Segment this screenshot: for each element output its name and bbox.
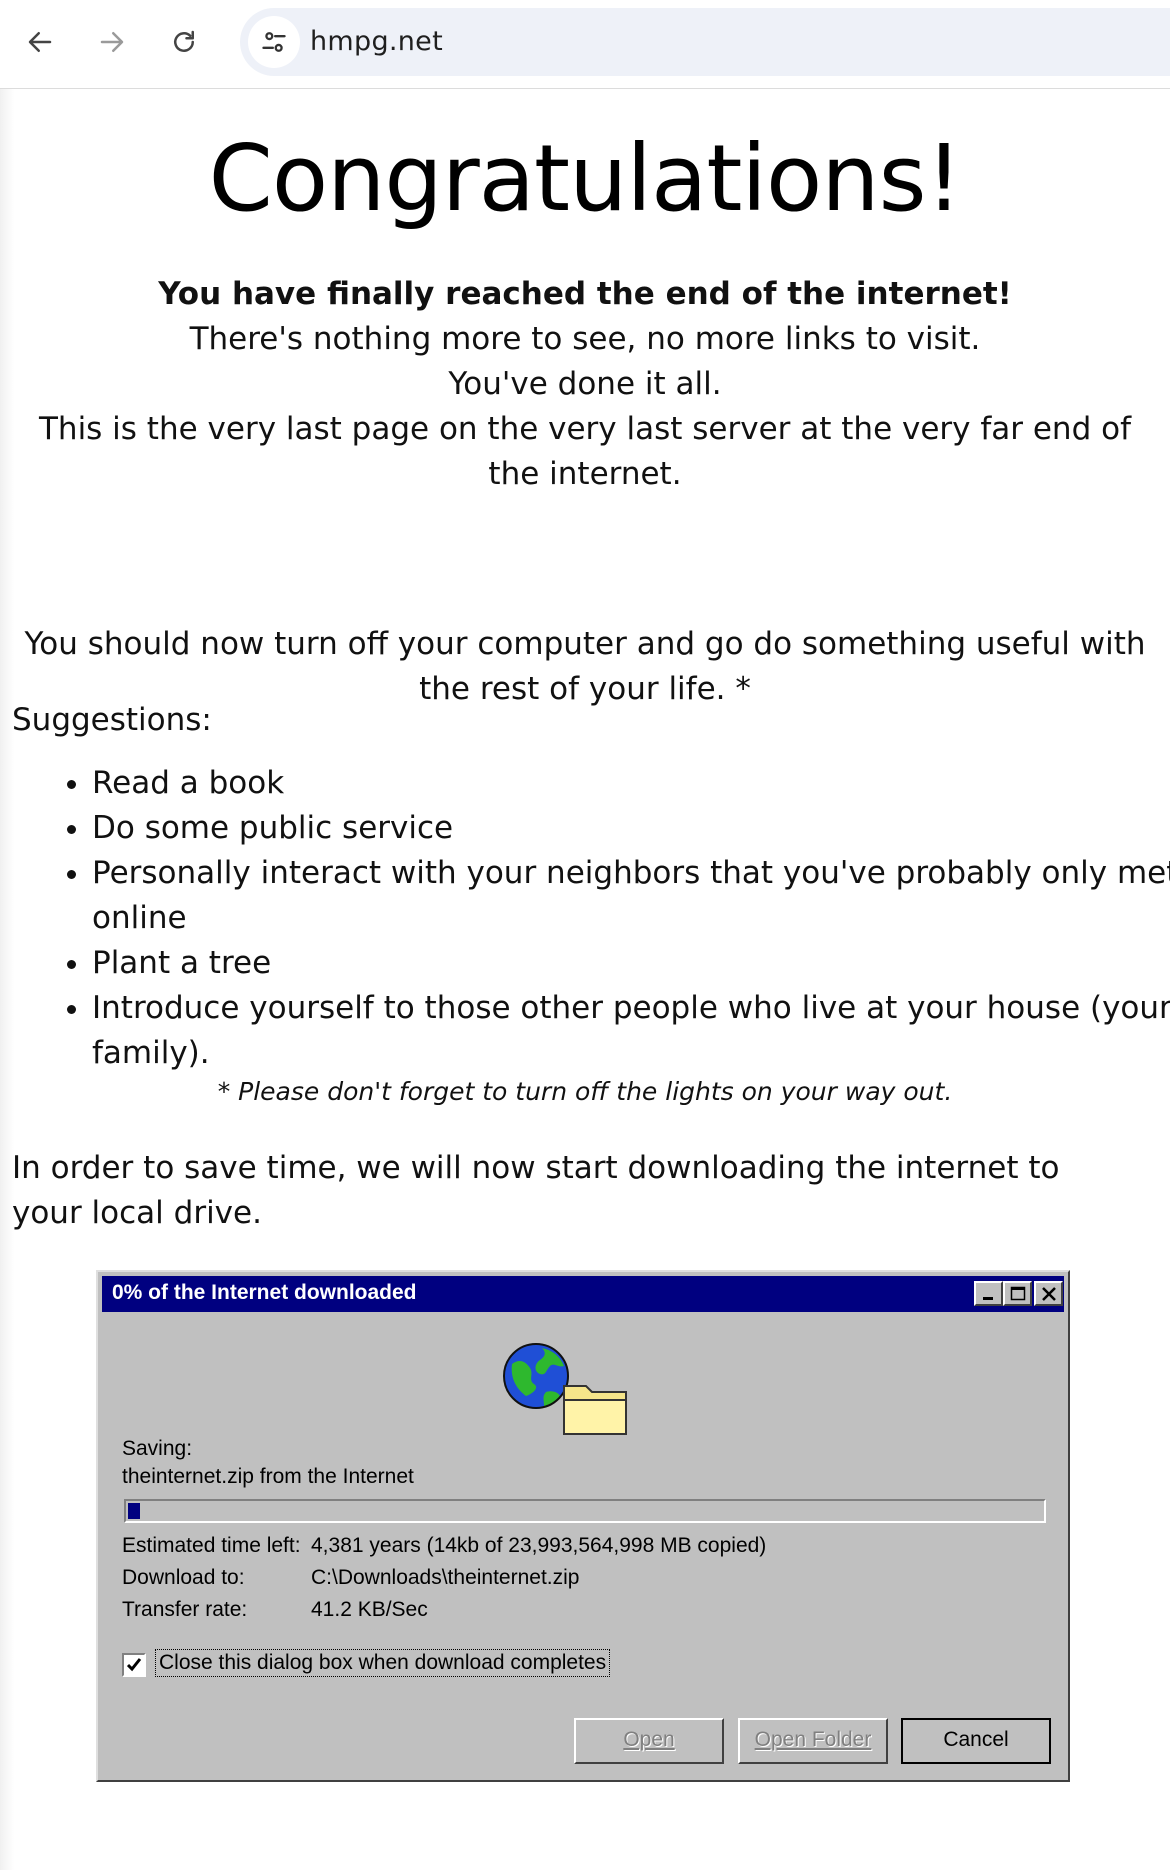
list-item: Do some public service [92,806,1170,851]
lead-text: You have finally reached the end of the … [158,276,1012,312]
url-text[interactable]: hmpg.net [310,26,443,57]
forward-button[interactable] [88,18,136,66]
saving-file: theinternet.zip from the Internet [122,1465,414,1488]
close-when-done-checkbox[interactable] [122,1653,146,1677]
tune-icon [262,32,286,52]
intro-line: You've done it all. [448,366,722,402]
arrow-left-icon [28,32,52,52]
estimated-time-label: Estimated time left: [122,1534,301,1557]
transfer-icons [503,1343,627,1435]
list-item: Read a book [92,761,1170,806]
saving-label: Saving: [122,1437,193,1460]
cancel-button-label: Cancel [943,1728,1009,1751]
reload-icon [174,30,194,52]
page-title: Congratulations! [208,125,963,232]
estimated-time-value: 4,381 years (14kb of 23,993,564,998 MB c… [311,1534,767,1557]
download-to-label: Download to: [122,1566,245,1589]
open-folder-button-label: Open Folder [754,1728,872,1751]
transfer-rate-value: 41.2 KB/Sec [311,1598,428,1621]
list-item: Personally interact with your neighbors … [92,851,1170,941]
download-progress-bar [124,1499,1046,1523]
list-item: Plant a tree [92,941,1170,986]
open-folder-button[interactable]: Open Folder [738,1718,888,1764]
arrow-right-icon [100,32,124,52]
intro-line: This is the very last page on the very l… [38,411,1131,492]
folder-icon [563,1385,627,1435]
open-button-label: Open [623,1728,675,1751]
open-button[interactable]: Open [574,1718,724,1764]
intro-block: You have finally reached the end of the … [20,272,1150,497]
progress-fill [128,1503,140,1519]
minimize-button[interactable] [974,1281,1003,1306]
close-icon [1041,1286,1056,1301]
dialog-titlebar[interactable]: 0% of the Internet downloaded [102,1276,1064,1312]
download-dialog: 0% of the Internet downloaded Saving: th… [96,1270,1070,1782]
intro-line: There's nothing more to see, no more lin… [189,321,981,357]
close-when-done-label[interactable]: Close this dialog box when download comp… [154,1649,611,1677]
checkmark-icon [126,1658,142,1672]
maximize-button[interactable] [1003,1281,1032,1306]
cancel-button[interactable]: Cancel [901,1718,1051,1764]
back-button[interactable] [16,18,64,66]
download-to-value: C:\Downloads\theinternet.zip [311,1566,580,1589]
browser-toolbar: hmpg.net [0,0,1170,89]
list-item: Introduce yourself to those other people… [92,986,1170,1076]
minimize-icon [982,1296,993,1300]
footnote: * Please don't forget to turn off the li… [217,1077,953,1106]
globe-icon [503,1343,569,1409]
address-bar[interactable]: hmpg.net [240,8,1170,76]
maximize-icon [1010,1286,1025,1300]
close-button[interactable] [1034,1281,1063,1306]
suggestions-heading: Suggestions: [12,702,212,738]
site-info-button[interactable] [248,16,300,68]
download-intro: In order to save time, we will now start… [12,1150,1060,1231]
transfer-rate-label: Transfer rate: [122,1598,248,1621]
suggestions-list: Read a book Do some public service Perso… [12,761,1170,1076]
dialog-title: 0% of the Internet downloaded [112,1281,417,1304]
reload-button[interactable] [160,18,208,66]
